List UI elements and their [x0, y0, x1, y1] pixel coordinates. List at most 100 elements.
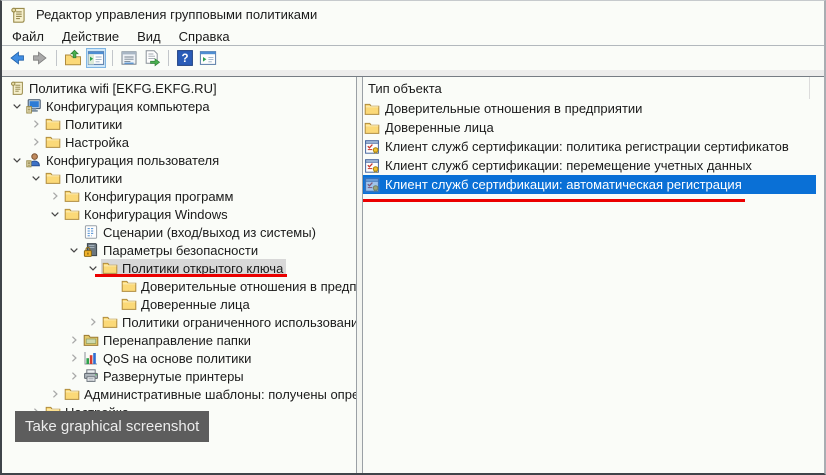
gpo-scroll-icon	[9, 6, 27, 24]
menu-help[interactable]: Справка	[170, 28, 239, 45]
tree-item-core: Параметры безопасности	[82, 241, 261, 259]
screenshot-tooltip: Take graphical screenshot	[15, 411, 209, 442]
chevron-collapsed-icon[interactable]	[46, 188, 63, 204]
chevron-expanded-icon[interactable]	[8, 152, 25, 168]
folder-icon	[121, 278, 137, 294]
tree-item-0[interactable]: Политика wifi [EKFG.EKFG.RU]	[2, 79, 356, 97]
chevron-expanded-icon[interactable]	[27, 170, 44, 186]
tree-item-core: Развернутые принтеры	[82, 367, 247, 385]
results-list-panel: Тип объекта Доверительные отношения в пр…	[363, 77, 824, 473]
list-item-4[interactable]: Клиент служб сертификации: автоматическа…	[363, 175, 816, 194]
folder-icon	[45, 116, 61, 132]
tree-item-core: QoS на основе политики	[82, 349, 254, 367]
titlebar: Редактор управления групповыми политикам…	[2, 1, 824, 28]
folder-icon	[364, 101, 380, 117]
list-item-label: Клиент служб сертификации: политика реги…	[383, 139, 791, 154]
script-icon	[83, 224, 99, 240]
chevron-expanded-icon[interactable]	[8, 98, 25, 114]
tree-item-15[interactable]: QoS на основе политики	[2, 349, 356, 367]
folder-icon	[102, 314, 118, 330]
menu-action[interactable]: Действие	[53, 28, 128, 45]
tree-item-8[interactable]: Сценарии (вход/выход из системы)	[2, 223, 356, 241]
tree-item-2[interactable]: Политики	[2, 115, 356, 133]
folder-icon	[64, 188, 80, 204]
show-action-pane-button[interactable]	[198, 48, 218, 68]
chevron-expanded-icon[interactable]	[84, 260, 101, 276]
chevron-collapsed-icon[interactable]	[84, 314, 101, 330]
tree-item-5[interactable]: Политики	[2, 169, 356, 187]
computer-icon	[26, 98, 42, 114]
tree-item-4[interactable]: Конфигурация пользователя	[2, 151, 356, 169]
group-policy-editor-window: Редактор управления групповыми политикам…	[0, 0, 826, 475]
tree-item-14[interactable]: Перенаправление папки	[2, 331, 356, 349]
cert-icon	[364, 177, 380, 193]
tree-item-17[interactable]: Административные шаблоны: получены опред…	[2, 385, 356, 403]
indent-spacer	[65, 224, 82, 240]
menubar: ФайлДействиеВидСправка	[2, 28, 824, 46]
tree-item-6[interactable]: Конфигурация программ	[2, 187, 356, 205]
folder-icon	[102, 260, 118, 276]
tree-item-label: Развернутые принтеры	[103, 369, 244, 384]
column-header-object-type[interactable]: Тип объекта	[363, 77, 810, 99]
console-tree-icon	[87, 49, 105, 67]
menu-file[interactable]: Файл	[3, 28, 53, 45]
qos-icon	[83, 350, 99, 366]
svg-text:?: ?	[181, 53, 188, 65]
tree-item-label: QoS на основе политики	[103, 351, 251, 366]
tree-item-core: Перенаправление папки	[82, 331, 254, 349]
tree-item-9[interactable]: Параметры безопасности	[2, 241, 356, 259]
back-button[interactable]	[7, 48, 27, 68]
folder-icon	[121, 296, 137, 312]
tree-item-12[interactable]: Доверенные лица	[2, 295, 356, 313]
tree-item-13[interactable]: Политики ограниченного использования	[2, 313, 356, 331]
tree-item-label: Перенаправление папки	[103, 333, 251, 348]
chevron-collapsed-icon[interactable]	[65, 368, 82, 384]
toolbar: ?	[2, 46, 824, 70]
chevron-expanded-icon[interactable]	[46, 206, 63, 222]
chevron-collapsed-icon[interactable]	[65, 350, 82, 366]
printer-icon	[83, 368, 99, 384]
tree-item-core: Политики открытого ключа	[101, 259, 286, 277]
show-console-tree-button[interactable]	[86, 48, 106, 68]
chevron-collapsed-icon[interactable]	[27, 116, 44, 132]
tree-item-core: Административные шаблоны: получены опред…	[63, 385, 357, 403]
indent-spacer	[103, 296, 120, 312]
tree-item-core: Политики	[44, 169, 125, 187]
tree-item-label: Политики	[65, 171, 122, 186]
tree-item-label: Сценарии (вход/выход из системы)	[103, 225, 316, 240]
folder-dark-icon	[83, 332, 99, 348]
list-item-1[interactable]: Доверенные лица	[363, 118, 816, 137]
tree-item-core: Конфигурация Windows	[63, 205, 231, 223]
list-item-label: Клиент служб сертификации: перемещение у…	[383, 158, 754, 173]
menu-view[interactable]: Вид	[128, 28, 170, 45]
chevron-collapsed-icon[interactable]	[65, 332, 82, 348]
up-one-level-button[interactable]	[63, 48, 83, 68]
folder-icon	[45, 170, 61, 186]
arrow-forward-icon	[31, 49, 49, 67]
user-icon	[26, 152, 42, 168]
tree-item-11[interactable]: Доверительные отношения в предприятии	[2, 277, 356, 295]
forward-button[interactable]	[30, 48, 50, 68]
list-item-0[interactable]: Доверительные отношения в предприятии	[363, 99, 816, 118]
export-list-button[interactable]	[142, 48, 162, 68]
tree-item-3[interactable]: Настройка	[2, 133, 356, 151]
tree-item-core: Конфигурация компьютера	[25, 97, 213, 115]
help-button[interactable]: ?	[175, 48, 195, 68]
tree-item-core: Политики ограниченного использования	[101, 313, 357, 331]
chevron-expanded-icon[interactable]	[65, 242, 82, 258]
list-item-2[interactable]: Клиент служб сертификации: политика реги…	[363, 137, 816, 156]
tree-item-10[interactable]: Политики открытого ключа	[2, 259, 356, 277]
results-list: Доверительные отношения в предприятииДов…	[363, 99, 824, 194]
tree-item-7[interactable]: Конфигурация Windows	[2, 205, 356, 223]
properties-button[interactable]	[119, 48, 139, 68]
toolbar-separator	[56, 50, 57, 66]
list-item-3[interactable]: Клиент служб сертификации: перемещение у…	[363, 156, 816, 175]
chevron-collapsed-icon[interactable]	[27, 134, 44, 150]
tree-item-1[interactable]: Конфигурация компьютера	[2, 97, 356, 115]
tree-item-16[interactable]: Развернутые принтеры	[2, 367, 356, 385]
tree-item-label: Доверительные отношения в предприятии	[141, 279, 357, 294]
toolbar-band	[2, 70, 824, 77]
gpo-scroll-icon	[9, 80, 25, 96]
chevron-collapsed-icon[interactable]	[46, 386, 63, 402]
tree-item-core: Настройка	[44, 133, 132, 151]
